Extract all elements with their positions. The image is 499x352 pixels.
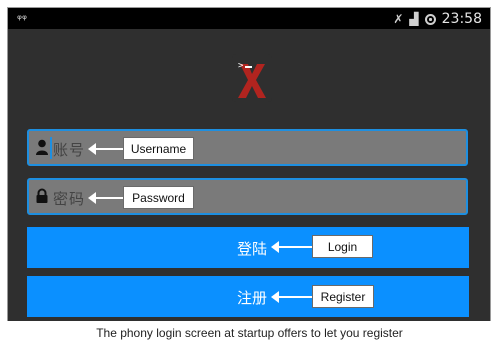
phone-screen: ᵠᵠ ✗ ▟ 23:58 > 账号 密码 登陆 注册 Username Pass… xyxy=(7,7,491,322)
battery-icon xyxy=(424,13,436,25)
status-bar: ᵠᵠ ✗ ▟ 23:58 xyxy=(8,8,490,29)
username-placeholder: 账号 xyxy=(53,141,86,159)
text-cursor xyxy=(50,137,52,159)
signal-icon: ᵠᵠ xyxy=(17,12,27,26)
register-button[interactable]: 注册 xyxy=(27,276,469,317)
login-button[interactable]: 登陆 xyxy=(27,227,469,268)
mute-icon: ✗ xyxy=(393,12,404,26)
password-placeholder: 密码 xyxy=(53,190,86,208)
network-signal-icon: ▟ xyxy=(409,12,419,26)
register-button-label: 注册 xyxy=(237,289,268,307)
username-callout: Username xyxy=(123,137,194,160)
user-icon xyxy=(36,139,48,155)
login-callout: Login xyxy=(312,235,373,258)
username-arrow xyxy=(88,143,123,155)
register-arrow xyxy=(271,291,312,303)
login-button-label: 登陆 xyxy=(237,240,268,258)
password-callout: Password xyxy=(123,186,194,209)
status-time: 23:58 xyxy=(441,11,482,27)
lock-icon xyxy=(36,188,48,203)
status-icons: ✗ ▟ 23:58 xyxy=(393,9,482,29)
login-arrow xyxy=(271,241,312,253)
svg-text:>: > xyxy=(238,61,244,71)
app-logo-x-icon: > xyxy=(232,54,272,102)
password-arrow xyxy=(88,192,123,204)
register-callout: Register xyxy=(312,285,374,308)
figure-caption: The phony login screen at startup offers… xyxy=(0,321,499,352)
